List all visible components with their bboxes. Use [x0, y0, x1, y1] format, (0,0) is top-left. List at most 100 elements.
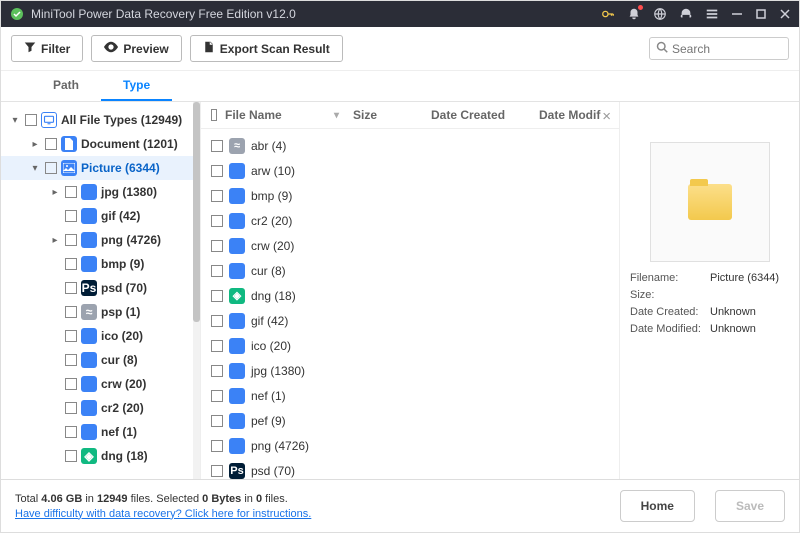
checkbox[interactable]: [211, 265, 223, 277]
checkbox[interactable]: [65, 378, 77, 390]
preview-button[interactable]: Preview: [91, 35, 181, 62]
checkbox[interactable]: [211, 315, 223, 327]
checkbox[interactable]: [25, 114, 37, 126]
file-row[interactable]: pef (9): [201, 408, 619, 433]
minimize-icon[interactable]: [731, 8, 743, 20]
checkbox[interactable]: [211, 340, 223, 352]
file-row[interactable]: cur (8): [201, 258, 619, 283]
headset-icon[interactable]: [679, 7, 693, 21]
tree-item[interactable]: ▸jpg (1380): [1, 180, 200, 204]
meta-dm-k: Date Modified:: [630, 323, 710, 335]
file-row[interactable]: crw (20): [201, 233, 619, 258]
col-name[interactable]: File Name: [225, 108, 282, 122]
checkbox[interactable]: [211, 465, 223, 477]
file-row[interactable]: ico (20): [201, 333, 619, 358]
col-size[interactable]: Size: [353, 108, 423, 122]
file-row[interactable]: Pspsd (70): [201, 458, 619, 479]
tree-item[interactable]: ◈dng (18): [1, 444, 200, 468]
tree-scroll-thumb[interactable]: [193, 102, 200, 322]
file-row[interactable]: ◈dng (18): [201, 283, 619, 308]
file-row[interactable]: jpg (1380): [201, 358, 619, 383]
file-row[interactable]: cr2 (20): [201, 208, 619, 233]
tree-item[interactable]: bmp (9): [1, 252, 200, 276]
close-icon[interactable]: [779, 8, 791, 20]
file-row[interactable]: ≈abr (4): [201, 133, 619, 158]
file-type-icon: ◈: [81, 448, 97, 464]
file-type-icon: [81, 424, 97, 440]
checkbox[interactable]: [211, 390, 223, 402]
filter-button[interactable]: Filter: [11, 35, 83, 62]
tree-item[interactable]: ▸ png (4726): [1, 228, 200, 252]
checkbox[interactable]: [211, 240, 223, 252]
file-row[interactable]: nef (1): [201, 383, 619, 408]
tab-path[interactable]: Path: [31, 71, 101, 101]
tab-type[interactable]: Type: [101, 71, 172, 101]
file-row[interactable]: arw (10): [201, 158, 619, 183]
search-box[interactable]: [649, 37, 789, 60]
chevron-down-icon[interactable]: ▾: [9, 115, 21, 126]
search-input[interactable]: [672, 42, 782, 56]
filter-label: Filter: [41, 42, 70, 56]
file-row[interactable]: bmp (9): [201, 183, 619, 208]
checkbox[interactable]: [65, 234, 77, 246]
help-link[interactable]: Have difficulty with data recovery? Clic…: [15, 508, 311, 520]
export-button[interactable]: Export Scan Result: [190, 35, 343, 62]
sort-icon[interactable]: ▾: [334, 110, 339, 121]
checkbox[interactable]: [45, 138, 57, 150]
chevron-right-icon[interactable]: ▸: [49, 187, 61, 198]
checkbox[interactable]: [65, 306, 77, 318]
chevron-down-icon[interactable]: ▾: [29, 163, 41, 174]
file-row[interactable]: png (4726): [201, 433, 619, 458]
checkbox[interactable]: [211, 215, 223, 227]
tree-document[interactable]: ▸ Document (1201): [1, 132, 200, 156]
tree-item[interactable]: crw (20): [1, 372, 200, 396]
globe-icon[interactable]: [653, 7, 667, 21]
tree-item-label: psp (1): [101, 305, 140, 319]
checkbox[interactable]: [65, 330, 77, 342]
select-all-checkbox[interactable]: [211, 109, 217, 121]
checkbox[interactable]: [65, 210, 77, 222]
tree-root[interactable]: ▾ All File Types (12949): [1, 108, 200, 132]
tree-item[interactable]: gif (42): [1, 204, 200, 228]
tree-item[interactable]: Pspsd (70): [1, 276, 200, 300]
checkbox[interactable]: [65, 282, 77, 294]
checkbox[interactable]: [65, 450, 77, 462]
file-type-icon: [81, 352, 97, 368]
file-type-icon: [81, 400, 97, 416]
tree-item[interactable]: cr2 (20): [1, 396, 200, 420]
checkbox[interactable]: [65, 354, 77, 366]
checkbox[interactable]: [211, 140, 223, 152]
tree-item[interactable]: ≈psp (1): [1, 300, 200, 324]
tree-item-label: crw (20): [101, 377, 146, 391]
maximize-icon[interactable]: [755, 8, 767, 20]
tree-item[interactable]: cur (8): [1, 348, 200, 372]
menu-icon[interactable]: [705, 7, 719, 21]
file-row[interactable]: gif (42): [201, 308, 619, 333]
tree-picture[interactable]: ▾ Picture (6344): [1, 156, 200, 180]
close-preview-icon[interactable]: ×: [602, 108, 611, 125]
chevron-right-icon[interactable]: ▸: [49, 235, 61, 246]
tree-item[interactable]: nef (1): [1, 420, 200, 444]
tree-item-label: png (4726): [101, 233, 161, 247]
bell-icon[interactable]: [627, 7, 641, 21]
main-area: ▾ All File Types (12949) ▸ Document (120…: [1, 102, 799, 480]
tree-item[interactable]: ico (20): [1, 324, 200, 348]
save-button[interactable]: Save: [715, 490, 785, 522]
checkbox[interactable]: [65, 402, 77, 414]
checkbox[interactable]: [211, 440, 223, 452]
tree-scrollbar[interactable]: [193, 102, 200, 479]
col-date-created[interactable]: Date Created: [431, 108, 531, 122]
checkbox[interactable]: [65, 258, 77, 270]
checkbox[interactable]: [211, 415, 223, 427]
col-date-modified[interactable]: Date Modif: [539, 108, 609, 122]
checkbox[interactable]: [211, 190, 223, 202]
checkbox[interactable]: [211, 290, 223, 302]
checkbox[interactable]: [65, 186, 77, 198]
checkbox[interactable]: [45, 162, 57, 174]
home-button[interactable]: Home: [620, 490, 695, 522]
key-icon[interactable]: [601, 7, 615, 21]
checkbox[interactable]: [211, 365, 223, 377]
checkbox[interactable]: [211, 165, 223, 177]
checkbox[interactable]: [65, 426, 77, 438]
chevron-right-icon[interactable]: ▸: [29, 139, 41, 150]
